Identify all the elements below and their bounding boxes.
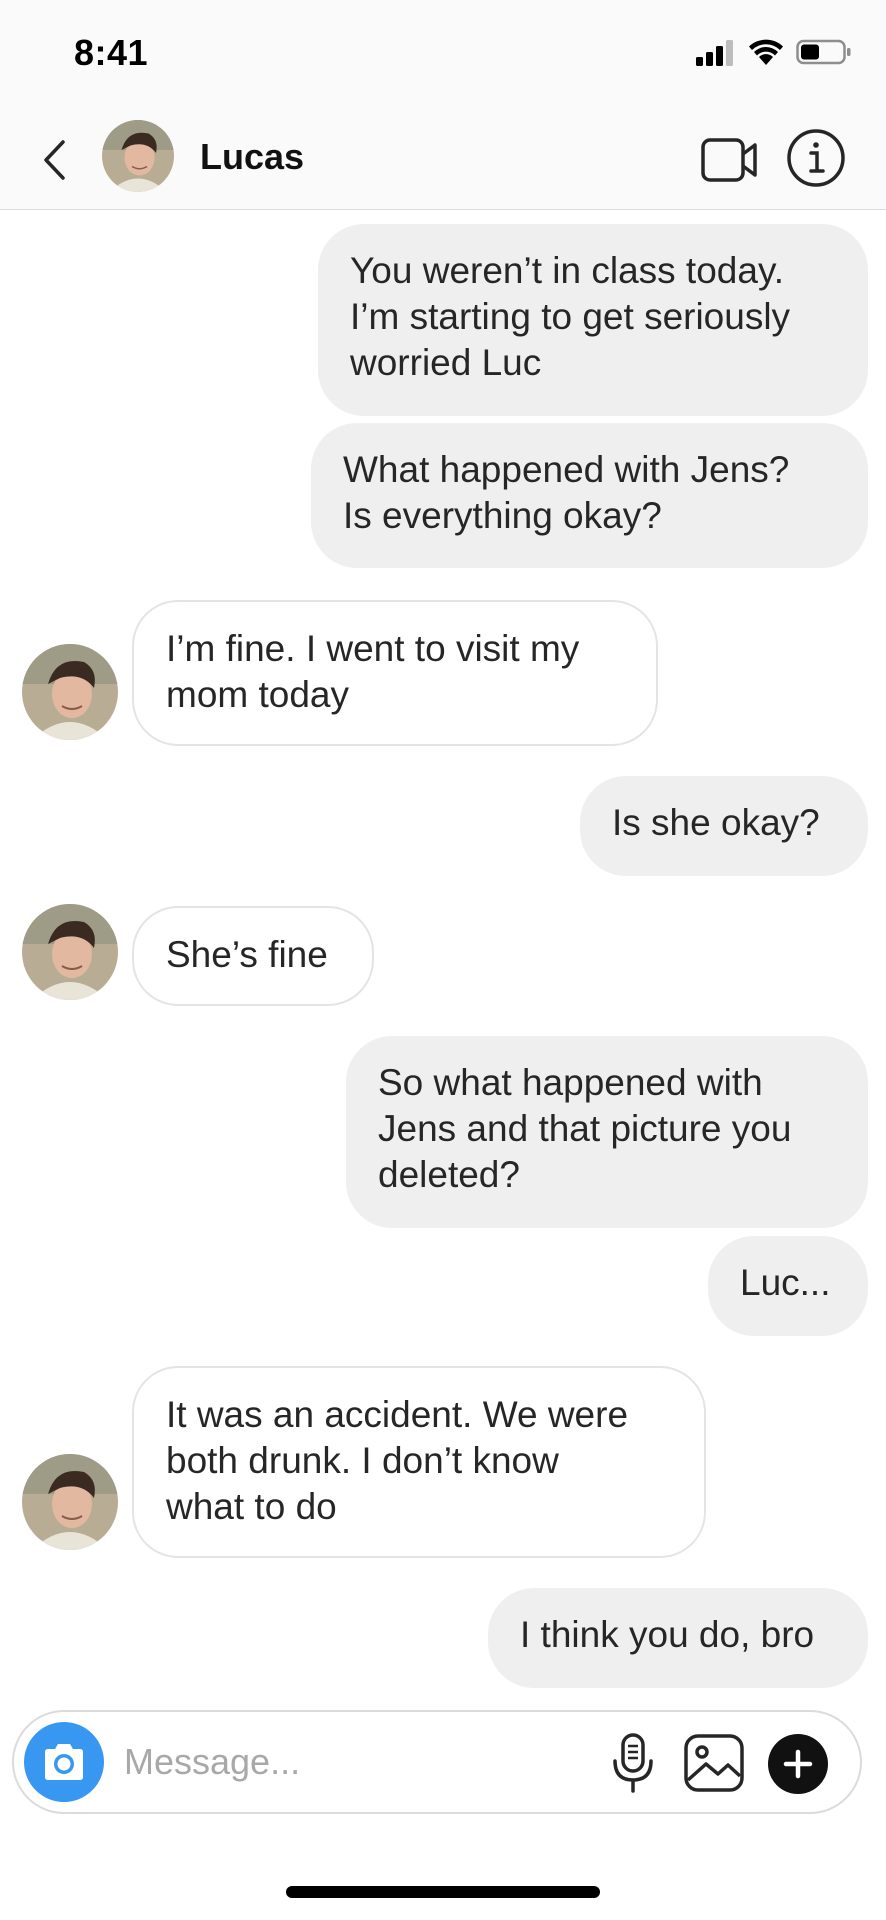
status-time: 8:41 (74, 32, 149, 73)
message-received[interactable]: She’s fine (132, 906, 374, 1006)
video-call-icon (701, 138, 757, 182)
plus-button[interactable] (768, 1734, 828, 1794)
microphone-button[interactable] (608, 1732, 658, 1794)
avatar-image (22, 1454, 118, 1550)
message-received[interactable]: I’m fine. I went to visit my mom today (132, 600, 658, 746)
message-sent[interactable]: Luc... (708, 1236, 868, 1336)
message-sent[interactable]: Is she okay? (580, 776, 868, 876)
home-indicator[interactable] (286, 1886, 600, 1898)
back-button[interactable] (36, 136, 72, 184)
chevron-left-icon (44, 140, 65, 180)
message-sent[interactable]: So what happened with Jens and that pict… (346, 1036, 868, 1228)
chat-header: Lucas (0, 110, 886, 210)
sender-avatar[interactable] (22, 644, 118, 740)
gallery-icon (684, 1734, 744, 1792)
contact-avatar[interactable] (102, 120, 174, 192)
camera-icon (45, 1744, 83, 1780)
video-call-button[interactable] (700, 134, 760, 186)
message-sent[interactable]: I think you do, bro (488, 1588, 868, 1688)
cellular-signal-icon (696, 40, 733, 66)
info-icon (787, 129, 845, 187)
battery-icon (796, 39, 851, 65)
camera-button[interactable] (24, 1722, 104, 1802)
sender-avatar[interactable] (22, 1454, 118, 1550)
gallery-button[interactable] (682, 1732, 746, 1794)
status-bar: 8:41 (0, 0, 886, 110)
message-received[interactable]: It was an accident. We were both drunk. … (132, 1366, 706, 1558)
info-button[interactable] (786, 128, 846, 188)
plus-icon (783, 1749, 813, 1779)
microphone-icon (613, 1733, 653, 1793)
sender-avatar[interactable] (22, 904, 118, 1000)
avatar-image (22, 904, 118, 1000)
message-composer (12, 1710, 862, 1814)
avatar-image (102, 120, 174, 192)
contact-name[interactable]: Lucas (200, 136, 304, 178)
message-sent[interactable]: You weren’t in class today. I’m starting… (318, 224, 868, 416)
avatar-image (22, 644, 118, 740)
message-input[interactable] (124, 1732, 604, 1792)
status-icons (696, 38, 852, 66)
wifi-icon (749, 39, 783, 65)
message-sent[interactable]: What happened with Jens? Is everything o… (311, 423, 868, 568)
